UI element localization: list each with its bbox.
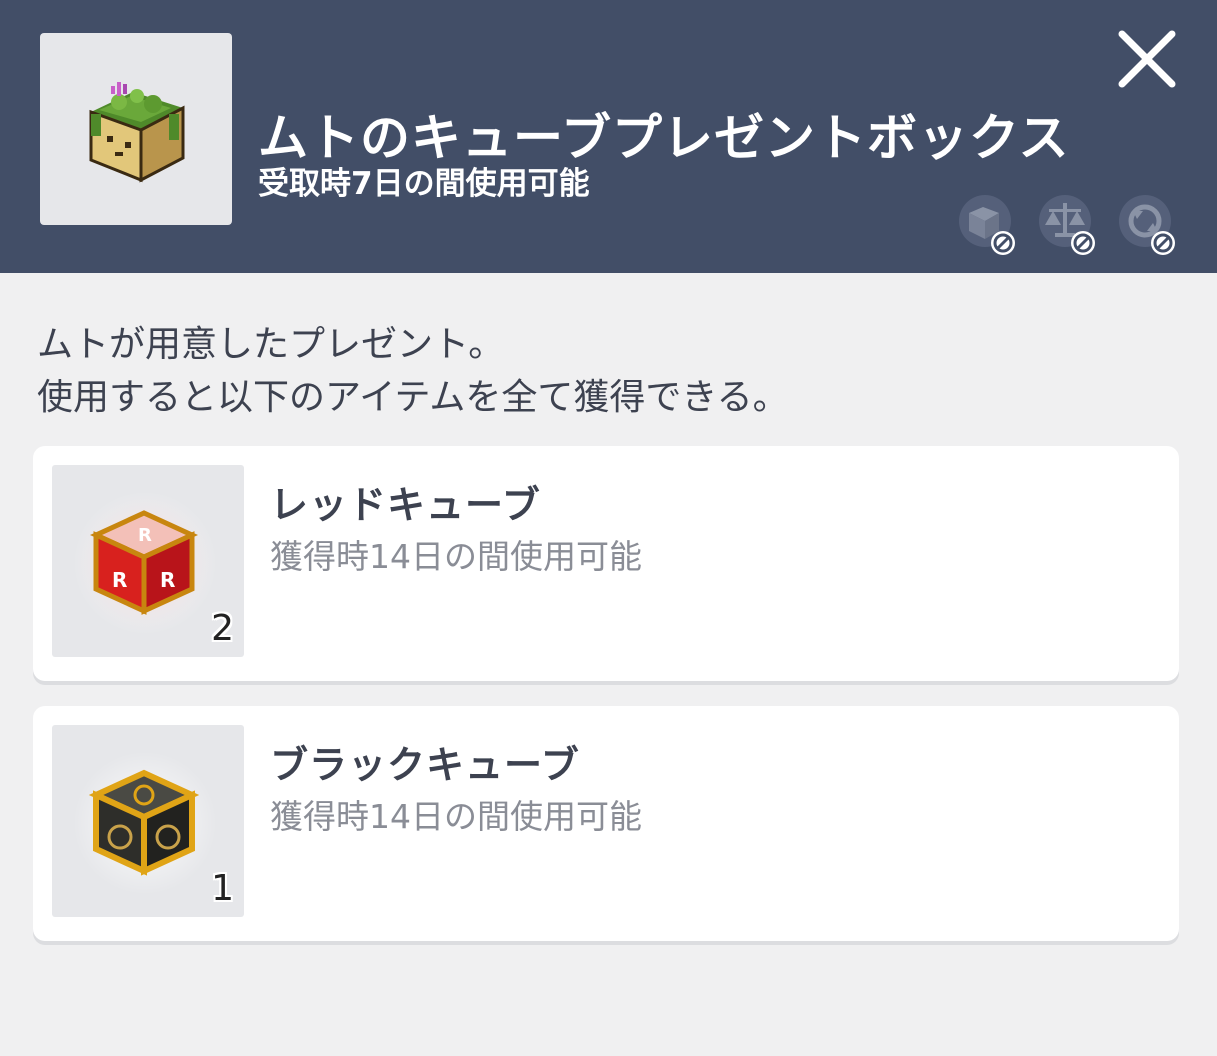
item-name: ブラックキューブ (270, 743, 580, 787)
item-duration: 獲得時14日の間使用可能 (270, 537, 642, 576)
item-header: ムトのキューブプレゼントボックス 受取時7日の間使用可能 (0, 0, 1217, 273)
no-trade-icon (959, 195, 1015, 255)
present-box-slot (40, 33, 232, 225)
no-sell-icon (1039, 195, 1095, 255)
svg-text:R: R (138, 525, 152, 546)
restriction-icons (955, 193, 1185, 263)
item-duration: 獲得時14日の間使用可能 (270, 797, 642, 836)
cube-present-box-icon (89, 82, 185, 183)
reward-item-card[interactable]: R R R 2 レッドキューブ 獲得時14日の間使用可能 (33, 446, 1179, 681)
item-validity: 受取時7日の間使用可能 (258, 166, 590, 202)
description-line-2: 使用すると以下のアイテムを全て獲得できる。 (37, 377, 789, 418)
item-quantity: 1 (211, 868, 234, 909)
no-exchange-icon (1119, 195, 1175, 255)
svg-text:R: R (112, 568, 127, 592)
svg-text:R: R (160, 568, 175, 592)
reward-item-card[interactable]: 1 ブラックキューブ 獲得時14日の間使用可能 (33, 706, 1179, 941)
item-description: ムトが用意したプレゼント。 使用すると以下のアイテムを全て獲得できる。 (37, 318, 789, 424)
close-icon[interactable] (1112, 24, 1182, 94)
item-slot: R R R 2 (52, 465, 244, 657)
description-line-1: ムトが用意したプレゼント。 (37, 324, 505, 365)
item-name: レッドキューブ (270, 483, 541, 527)
item-slot: 1 (52, 725, 244, 917)
item-quantity: 2 (211, 608, 234, 649)
